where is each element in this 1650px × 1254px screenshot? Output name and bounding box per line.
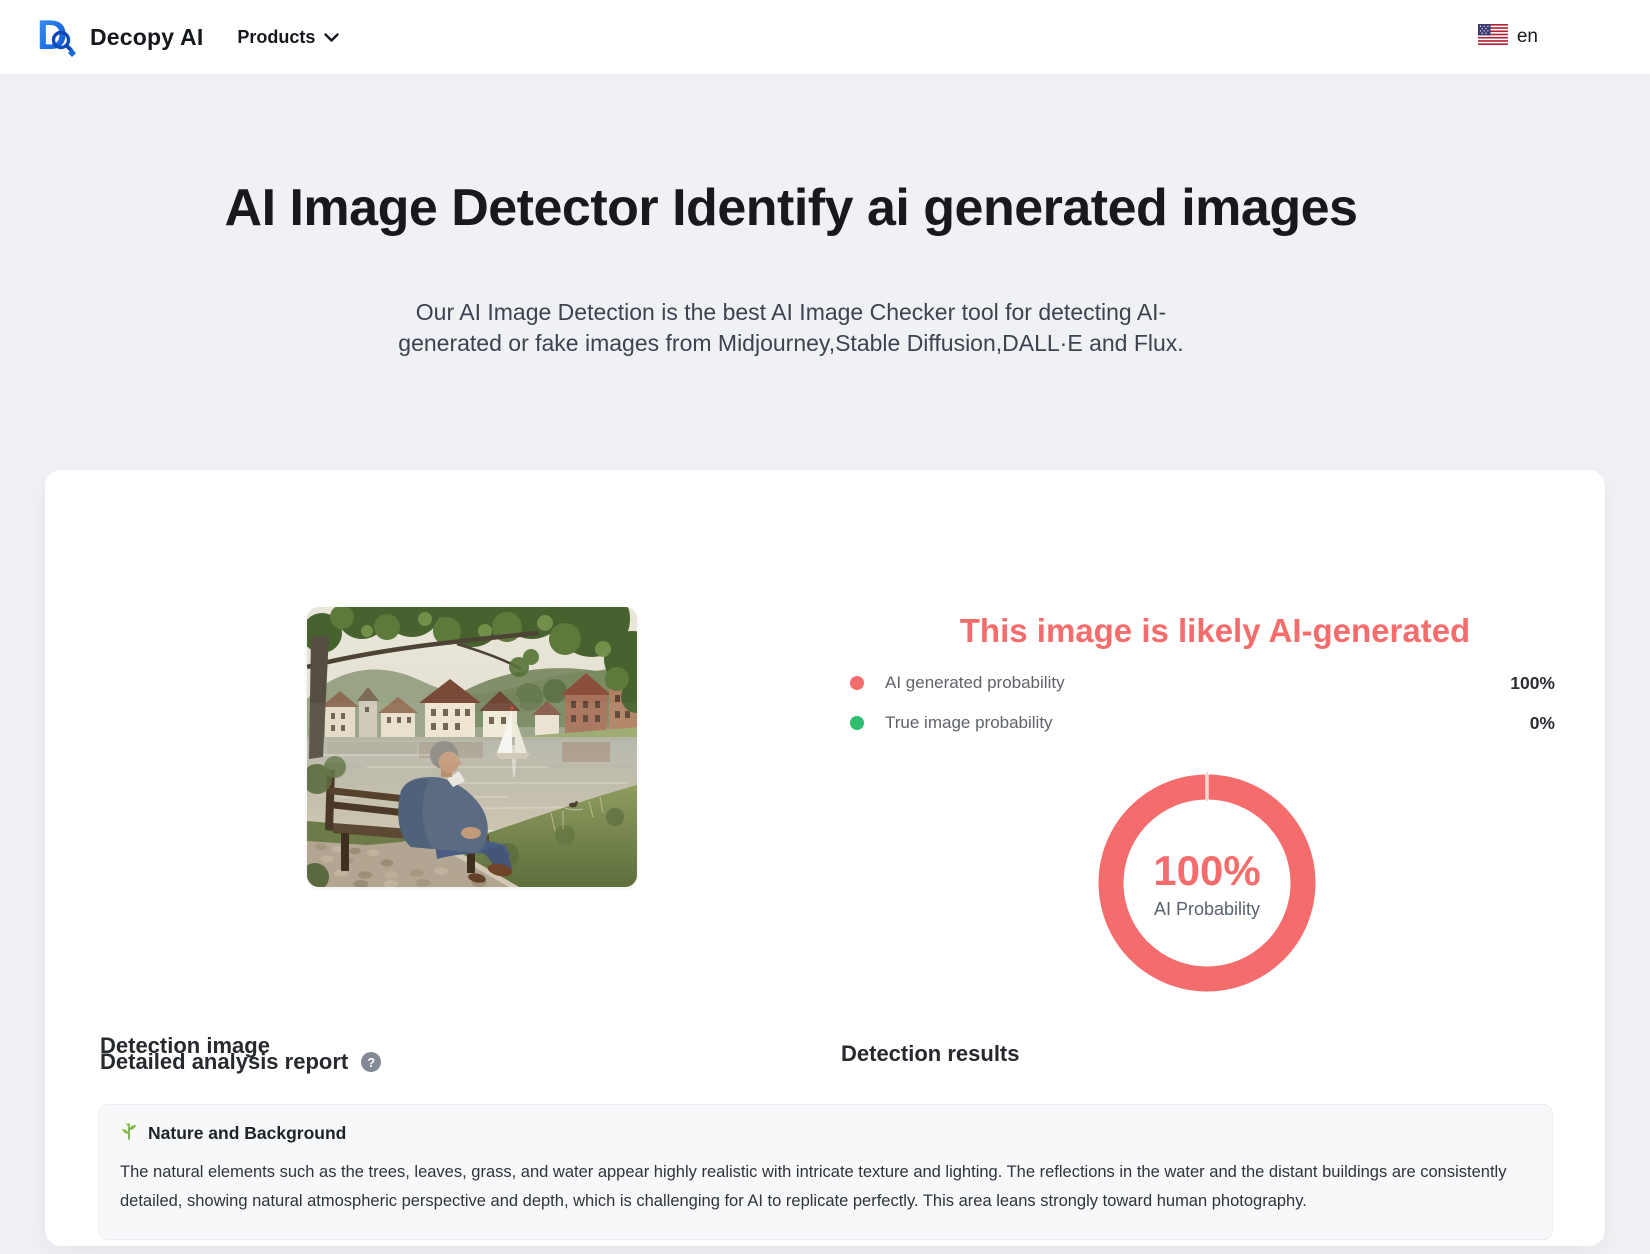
verdict-text: This image is likely AI-generated [815, 612, 1615, 650]
language-switcher[interactable]: en [1478, 24, 1538, 50]
subtitle-line-2: generated or fake images from Midjourney… [398, 330, 1183, 356]
donut-percent: 100% [1153, 847, 1260, 895]
us-flag-icon [1478, 24, 1508, 50]
svg-text:D: D [37, 13, 67, 57]
probability-legend: AI generated probability 100% True image… [850, 673, 1555, 753]
donut-caption: AI Probability [1154, 899, 1260, 920]
detection-results-heading: Detection results [841, 1041, 1020, 1067]
analysis-section-body: The natural elements such as the trees, … [120, 1158, 1531, 1216]
donut-center-label: 100% AI Probability [1087, 763, 1327, 1003]
brand-logo-link[interactable]: D Decopy AI [35, 13, 203, 62]
chevron-down-icon [324, 27, 339, 48]
detailed-report-heading: Detailed analysis report ? [100, 1049, 381, 1075]
herb-leaf-icon [120, 1122, 138, 1145]
ai-probability-donut-chart: 100% AI Probability [1087, 763, 1327, 1003]
nav-products-label: Products [237, 27, 315, 48]
detection-image [307, 607, 637, 887]
true-probability-dot-icon [850, 716, 864, 730]
analysis-section-title: Nature and Background [148, 1123, 346, 1144]
decopy-logo-icon: D [35, 13, 79, 62]
question-circle-icon[interactable]: ? [361, 1052, 381, 1072]
top-navigation-bar: D Decopy AI Products [0, 0, 1650, 75]
ai-probability-label: AI generated probability [885, 673, 1065, 693]
true-probability-label: True image probability [885, 713, 1053, 733]
legend-row-ai: AI generated probability 100% [850, 673, 1555, 693]
analysis-section-nature: Nature and Background The natural elemen… [98, 1104, 1553, 1240]
legend-row-true: True image probability 0% [850, 713, 1555, 733]
ai-probability-value: 100% [1510, 673, 1555, 694]
lake-scene-illustration [307, 607, 637, 887]
nav-products-menu[interactable]: Products [237, 27, 339, 48]
page: { "header": { "brand": "Decopy AI", "nav… [0, 0, 1650, 1254]
detection-result-card: Detection image [45, 470, 1605, 1246]
brand-name: Decopy AI [90, 24, 203, 51]
page-title: AI Image Detector Identify ai generated … [0, 178, 1582, 238]
true-probability-value: 0% [1530, 713, 1555, 734]
detailed-report-title: Detailed analysis report [100, 1049, 348, 1075]
page-subtitle: Our AI Image Detection is the best AI Im… [0, 297, 1582, 359]
language-code: en [1517, 26, 1538, 48]
analysis-section-header: Nature and Background [120, 1122, 1531, 1145]
subtitle-line-1: Our AI Image Detection is the best AI Im… [416, 299, 1166, 325]
ai-probability-dot-icon [850, 676, 864, 690]
